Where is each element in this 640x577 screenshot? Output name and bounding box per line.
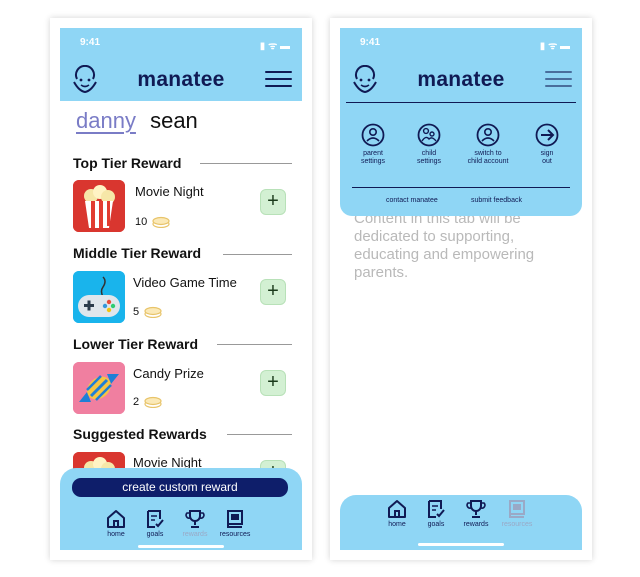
add-reward-button[interactable]: +	[260, 279, 286, 305]
nav-label-home: home	[107, 531, 125, 538]
section-divider	[200, 163, 292, 164]
nav-label-resources: resources	[501, 521, 533, 528]
child-user-icon	[417, 123, 441, 147]
menu-sign-out[interactable]: sign out	[520, 123, 574, 166]
resources-intro-text: Content in this tab will be dedicated to…	[354, 210, 535, 281]
reward-cost-value: 5	[133, 306, 140, 318]
section-divider	[223, 254, 292, 255]
switch-user-icon	[476, 123, 500, 147]
menu-divider	[352, 187, 570, 188]
nav-goals[interactable]: goals	[416, 499, 456, 528]
child-switcher: danny sean	[76, 108, 198, 134]
status-time: 9:41	[80, 37, 101, 48]
bottom-panel: home goals rewards resources	[340, 495, 582, 550]
reward-name: Candy Prize	[133, 366, 204, 381]
home-icon	[107, 510, 125, 528]
nav-label-home: home	[388, 521, 406, 528]
app-header: 9:41 ▮ ᯤ ▬ manatee	[60, 28, 302, 101]
menu-label: sign	[540, 150, 554, 157]
checklist-icon	[428, 500, 445, 518]
status-icons: ▮ ᯤ ▬	[539, 41, 570, 52]
nav-label-rewards: rewards	[182, 531, 208, 538]
coin-icon	[144, 306, 162, 319]
reward-cost-value: 10	[135, 216, 148, 228]
menu-label: settings	[416, 158, 442, 165]
sign-out-icon	[535, 123, 559, 147]
contact-link[interactable]: contact manatee	[386, 197, 438, 204]
menu-child-settings[interactable]: child settings	[402, 123, 456, 166]
reward-cost-value: 2	[133, 396, 140, 408]
rewards-screen: 9:41 ▮ ᯤ ▬ manatee danny sean Top Tier R…	[60, 28, 302, 550]
section-title-middle-tier: Middle Tier Reward	[73, 245, 202, 261]
coin-icon	[152, 216, 170, 229]
menu-label: switch to	[474, 150, 502, 157]
book-icon	[509, 500, 525, 518]
menu-phone: Content in this tab will be dedicated to…	[330, 18, 592, 560]
menu-dropdown: 9:41 ▮ ᯤ ▬ manatee parent settings child	[340, 28, 582, 216]
nav-label-resources: resources	[219, 531, 251, 538]
status-icons: ▮ ᯤ ▬	[259, 41, 290, 52]
reward-cost: 10	[135, 216, 170, 229]
menu-divider	[346, 102, 576, 103]
menu-label: settings	[360, 158, 386, 165]
nav-home[interactable]: home	[377, 499, 417, 528]
feedback-link[interactable]: submit feedback	[471, 197, 522, 204]
menu-switch-child-account[interactable]: switch to child account	[458, 123, 518, 166]
popcorn-icon	[73, 180, 125, 232]
section-divider	[227, 434, 292, 435]
reward-cost: 2	[133, 396, 162, 409]
coin-icon	[144, 396, 162, 409]
reward-cost: 5	[133, 306, 162, 319]
book-icon	[227, 510, 243, 528]
menu-label: out	[542, 158, 552, 165]
checklist-icon	[147, 510, 164, 528]
rewards-phone: 9:41 ▮ ᯤ ▬ manatee danny sean Top Tier R…	[50, 18, 312, 560]
section-title-lower-tier: Lower Tier Reward	[73, 336, 199, 352]
menu-label: child account	[467, 158, 509, 165]
home-indicator	[138, 545, 224, 548]
menu-screen: Content in this tab will be dedicated to…	[340, 28, 582, 550]
hamburger-menu-icon[interactable]	[545, 71, 572, 89]
nav-label-rewards: rewards	[463, 521, 489, 528]
status-time: 9:41	[360, 37, 381, 48]
status-bar: 9:41 ▮ ᯤ ▬	[60, 28, 302, 58]
home-indicator	[418, 543, 504, 546]
child-tab-active[interactable]: danny	[76, 108, 136, 133]
bottom-panel: create custom reward home goals rewards …	[60, 468, 302, 550]
section-title-suggested: Suggested Rewards	[73, 426, 207, 442]
add-reward-button[interactable]: +	[260, 189, 286, 215]
nav-rewards[interactable]: rewards	[456, 499, 496, 528]
add-reward-button[interactable]: +	[260, 370, 286, 396]
nav-resources[interactable]: resources	[215, 509, 255, 538]
menu-label: child	[421, 150, 437, 157]
child-tab-other[interactable]: sean	[150, 108, 198, 133]
reward-name: Movie Night	[135, 184, 204, 199]
section-divider	[217, 344, 292, 345]
section-title-top-tier: Top Tier Reward	[73, 155, 182, 171]
nav-rewards[interactable]: rewards	[175, 509, 215, 538]
nav-label-goals: goals	[146, 531, 164, 538]
trophy-icon	[185, 510, 205, 528]
candy-icon	[73, 362, 125, 414]
parent-user-icon	[361, 123, 385, 147]
nav-resources[interactable]: resources	[497, 499, 537, 528]
status-bar: 9:41 ▮ ᯤ ▬	[340, 28, 582, 58]
home-icon	[388, 500, 406, 518]
menu-parent-settings[interactable]: parent settings	[346, 123, 400, 166]
nav-goals[interactable]: goals	[135, 509, 175, 538]
trophy-icon	[466, 500, 486, 518]
menu-label: parent	[363, 150, 383, 157]
create-custom-reward-button[interactable]: create custom reward	[72, 478, 288, 497]
bottom-nav: home goals rewards resources	[340, 499, 582, 539]
game-controller-icon	[73, 271, 125, 323]
hamburger-menu-icon[interactable]	[265, 71, 292, 89]
bottom-nav: home goals rewards resources	[60, 509, 302, 549]
nav-home[interactable]: home	[96, 509, 136, 538]
nav-label-goals: goals	[427, 521, 445, 528]
reward-name: Video Game Time	[133, 275, 237, 290]
